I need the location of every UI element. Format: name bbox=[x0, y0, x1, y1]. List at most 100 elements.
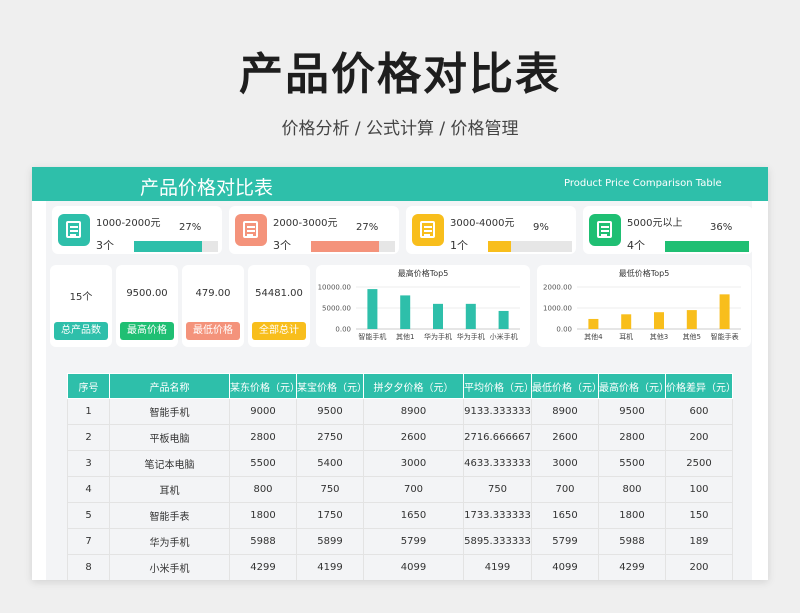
progress-track bbox=[311, 241, 395, 252]
range-percent: 36% bbox=[710, 222, 733, 233]
table-cell[interactable]: 智能手表 bbox=[109, 502, 230, 529]
progress-fill bbox=[665, 241, 749, 252]
x-category-label: 其他4 bbox=[584, 332, 603, 341]
table-cell[interactable]: 200 bbox=[665, 424, 733, 451]
table-cell[interactable]: 800 bbox=[229, 476, 297, 503]
table-cell[interactable]: 8900 bbox=[363, 398, 464, 425]
table-cell[interactable]: 2800 bbox=[229, 424, 297, 451]
bar-chart-low-price: 0.00 1000.00 2000.00 其他4 耳机 其他3 其他5 智能手表 bbox=[543, 284, 741, 341]
table-cell[interactable]: 4099 bbox=[531, 554, 599, 580]
table-cell[interactable]: 100 bbox=[665, 476, 733, 503]
table-cell[interactable]: 4 bbox=[67, 476, 110, 503]
x-category-label: 华为手机 bbox=[424, 332, 452, 341]
table-cell[interactable]: 5988 bbox=[229, 528, 297, 555]
table-cell[interactable]: 1 bbox=[67, 398, 110, 425]
table-cell[interactable]: 华为手机 bbox=[109, 528, 230, 555]
range-label: 3000-4000元 bbox=[450, 218, 515, 229]
table-row: 1 智能手机 9000 9500 8900 9133.333333 8900 9500 600 bbox=[67, 398, 733, 425]
table-cell[interactable]: 5500 bbox=[598, 450, 666, 477]
stat-value: 9500.00 bbox=[126, 288, 168, 299]
table-cell[interactable]: 3000 bbox=[531, 450, 599, 477]
document-icon bbox=[235, 214, 267, 246]
range-card: 5000元以上 36% 4个 bbox=[583, 206, 753, 254]
table-cell[interactable]: 5799 bbox=[363, 528, 464, 555]
table-cell[interactable]: 2500 bbox=[665, 450, 733, 477]
table-cell[interactable]: 3000 bbox=[363, 450, 464, 477]
table-cell[interactable]: 5899 bbox=[296, 528, 364, 555]
document-icon bbox=[589, 214, 621, 246]
table-cell[interactable]: 1800 bbox=[229, 502, 297, 529]
stat-label-button[interactable]: 总产品数 bbox=[54, 322, 108, 340]
table-cell[interactable]: 600 bbox=[665, 398, 733, 425]
table-cell[interactable]: 4299 bbox=[229, 554, 297, 580]
table-cell[interactable]: 5 bbox=[67, 502, 110, 529]
table-cell[interactable]: 8900 bbox=[531, 398, 599, 425]
table-cell[interactable]: 4199 bbox=[296, 554, 364, 580]
table-cell[interactable]: 4633.333333 bbox=[463, 450, 532, 477]
stat-label-button[interactable]: 最低价格 bbox=[186, 322, 240, 340]
range-percent: 27% bbox=[356, 222, 379, 233]
stat-label-button[interactable]: 最高价格 bbox=[120, 322, 174, 340]
table-cell[interactable]: 平板电脑 bbox=[109, 424, 230, 451]
table-cell[interactable]: 200 bbox=[665, 554, 733, 580]
table-cell[interactable]: 4099 bbox=[363, 554, 464, 580]
page-title: 产品价格对比表 bbox=[239, 49, 561, 100]
stat-label-button[interactable]: 全部总计 bbox=[252, 322, 306, 340]
table-cell[interactable]: 189 bbox=[665, 528, 733, 555]
stat-card: 15个总产品数 bbox=[50, 265, 112, 347]
table-cell[interactable]: 9000 bbox=[229, 398, 297, 425]
table-cell[interactable]: 5895.333333 bbox=[463, 528, 532, 555]
table-cell[interactable]: 小米手机 bbox=[109, 554, 230, 580]
bar bbox=[367, 289, 378, 329]
table-cell[interactable]: 2 bbox=[67, 424, 110, 451]
spreadsheet-panel: 产品价格对比表 Product Price Comparison Table 1… bbox=[32, 167, 768, 580]
table-row: 8 小米手机 4299 4199 4099 4199 4099 4299 200 bbox=[67, 554, 733, 580]
table-cell[interactable]: 2800 bbox=[598, 424, 666, 451]
stat-value: 15个 bbox=[69, 292, 93, 303]
table-cell[interactable]: 4299 bbox=[598, 554, 666, 580]
table-cell[interactable]: 5500 bbox=[229, 450, 297, 477]
table-cell[interactable]: 4199 bbox=[463, 554, 532, 580]
progress-track bbox=[134, 241, 218, 252]
document-icon bbox=[58, 214, 90, 246]
y-tick-label: 0.00 bbox=[556, 326, 572, 334]
table-cell[interactable]: 2600 bbox=[531, 424, 599, 451]
table-cell[interactable]: 1733.333333 bbox=[463, 502, 532, 529]
table-cell[interactable]: 2716.666667 bbox=[463, 424, 532, 451]
table-cell[interactable]: 1750 bbox=[296, 502, 364, 529]
y-tick-label: 10000.00 bbox=[318, 284, 351, 292]
table-cell[interactable]: 1650 bbox=[531, 502, 599, 529]
table-cell[interactable]: 700 bbox=[363, 476, 464, 503]
table-cell[interactable]: 5400 bbox=[296, 450, 364, 477]
table-cell[interactable]: 笔记本电脑 bbox=[109, 450, 230, 477]
table-cell[interactable]: 1650 bbox=[363, 502, 464, 529]
table-cell[interactable]: 750 bbox=[296, 476, 364, 503]
table-row: 3 笔记本电脑 5500 5400 3000 4633.333333 3000 5500 250… bbox=[67, 450, 733, 477]
table-cell[interactable]: 9133.333333 bbox=[463, 398, 532, 425]
column-header: 序号 bbox=[67, 373, 110, 399]
table-cell[interactable]: 750 bbox=[463, 476, 532, 503]
table-cell[interactable]: 5988 bbox=[598, 528, 666, 555]
table-cell[interactable]: 3 bbox=[67, 450, 110, 477]
banner-subtitle: Product Price Comparison Table bbox=[564, 178, 722, 189]
table-cell[interactable]: 8 bbox=[67, 554, 110, 580]
column-header: 某东价格（元） bbox=[229, 373, 300, 399]
table-cell[interactable]: 9500 bbox=[598, 398, 666, 425]
table-cell[interactable]: 700 bbox=[531, 476, 599, 503]
table-cell[interactable]: 耳机 bbox=[109, 476, 230, 503]
table-cell[interactable]: 9500 bbox=[296, 398, 364, 425]
table-cell[interactable]: 7 bbox=[67, 528, 110, 555]
table-cell[interactable]: 800 bbox=[598, 476, 666, 503]
table-cell[interactable]: 5799 bbox=[531, 528, 599, 555]
table-cell[interactable]: 智能手机 bbox=[109, 398, 230, 425]
table-cell[interactable]: 1800 bbox=[598, 502, 666, 529]
y-tick-label: 2000.00 bbox=[543, 284, 572, 292]
table-cell[interactable]: 150 bbox=[665, 502, 733, 529]
range-percent: 9% bbox=[533, 222, 549, 233]
column-header: 某宝价格（元） bbox=[296, 373, 367, 399]
table-cell[interactable]: 2750 bbox=[296, 424, 364, 451]
column-header: 最低价格（元） bbox=[531, 373, 602, 399]
table-cell[interactable]: 2600 bbox=[363, 424, 464, 451]
stat-card: 54481.00 全部总计 bbox=[248, 265, 310, 347]
range-count: 3个 bbox=[96, 239, 114, 252]
